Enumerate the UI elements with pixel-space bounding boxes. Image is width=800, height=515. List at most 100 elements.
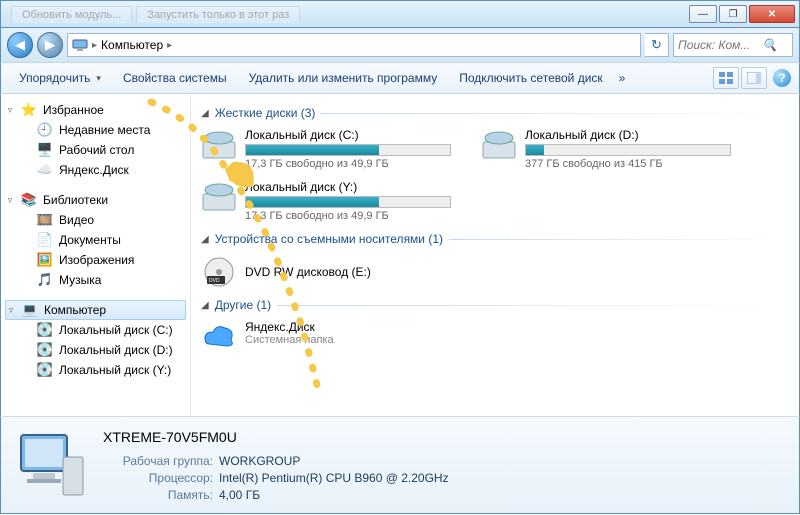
- drive-name: Локальный диск (D:): [525, 128, 731, 142]
- sidebar-item-drive-y[interactable]: 💽 Локальный диск (Y:): [1, 360, 190, 380]
- search-icon: 🔍: [762, 38, 777, 52]
- hdd-icon: [201, 128, 237, 164]
- background-tabs: Обновить модуль... Запустить только в эт…: [5, 6, 687, 23]
- hdd-icon: 💽: [37, 322, 53, 338]
- sidebar-item-drive-d[interactable]: 💽Локальный диск (D:): [1, 340, 190, 360]
- hdd-icon: [481, 128, 517, 164]
- uninstall-program-button[interactable]: Удалить или изменить программу: [239, 67, 448, 89]
- drive-item-c[interactable]: Локальный диск (C:) 17,3 ГБ свободно из …: [201, 128, 451, 170]
- bg-tab: Обновить модуль...: [11, 6, 132, 23]
- drive-item-y[interactable]: Локальный диск (Y:) 17,3 ГБ свободно из …: [201, 180, 451, 222]
- memory-value: 4,00 ГБ: [219, 488, 260, 502]
- refresh-button[interactable]: ↻: [645, 33, 669, 57]
- computer-icon: 💻: [22, 302, 38, 318]
- collapse-icon: ◢: [201, 234, 209, 245]
- workgroup-value: WORKGROUP: [219, 454, 300, 468]
- video-icon: 🎞️: [37, 212, 53, 228]
- collapse-icon: ◢: [201, 108, 209, 119]
- favorites-label: Избранное: [43, 103, 104, 117]
- toolbar-overflow[interactable]: »: [615, 67, 630, 89]
- sidebar-item-label: Музыка: [59, 273, 101, 287]
- sidebar-item-music[interactable]: 🎵 Музыка: [1, 270, 190, 290]
- breadcrumb-location: Компьютер: [101, 38, 163, 52]
- breadcrumb[interactable]: ▸ Компьютер ▸: [67, 33, 641, 57]
- chevron-right-icon: ▸: [167, 40, 172, 51]
- other-subtitle: Системная папка: [245, 334, 334, 346]
- sidebar-item-label: Изображения: [59, 253, 134, 267]
- category-removable[interactable]: ◢ Устройства со съемными носителями (1): [201, 232, 789, 246]
- computer-name: XTREME-70V5FM0U: [103, 429, 449, 445]
- dvd-icon: DVD: [201, 254, 237, 290]
- drive-free-space: 17,3 ГБ свободно из 49,9 ГБ: [245, 158, 451, 170]
- memory-label: Память:: [103, 488, 213, 502]
- category-hdd[interactable]: ◢ Жесткие диски (3): [201, 106, 789, 120]
- view-options-button[interactable]: [713, 67, 739, 89]
- sidebar-item-label: Локальный диск (C:): [59, 323, 173, 337]
- hdd-icon: [201, 180, 237, 216]
- star-icon: ⭐: [21, 102, 37, 118]
- toolbar: Упорядочить Свойства системы Удалить или…: [0, 62, 800, 94]
- computer-large-icon: [13, 427, 89, 503]
- libraries-group[interactable]: ▿📚Библиотеки: [1, 190, 190, 210]
- cpu-label: Процессор:: [103, 471, 213, 485]
- desktop-icon: 🖥️: [37, 142, 53, 158]
- sidebar-item-label: Локальный диск (Y:): [59, 363, 171, 377]
- system-properties-button[interactable]: Свойства системы: [113, 67, 237, 89]
- back-button[interactable]: ◀: [7, 32, 33, 58]
- sidebar-item-yadisk[interactable]: ☁️ Яндекс.Диск: [1, 160, 190, 180]
- maximize-button[interactable]: [719, 5, 747, 23]
- computer-icon: [72, 37, 88, 53]
- capacity-bar: [245, 196, 451, 208]
- drive-free-space: 17,3 ГБ свободно из 49,9 ГБ: [245, 210, 451, 222]
- drive-free-space: 377 ГБ свободно из 415 ГБ: [525, 158, 731, 170]
- capacity-bar: [525, 144, 731, 156]
- address-bar-row: ◀ ▶ ▸ Компьютер ▸ ↻ 🔍: [0, 28, 800, 62]
- content-pane: ◢ Жесткие диски (3) Локальный диск (C:) 1…: [191, 94, 799, 416]
- drive-item-d[interactable]: Локальный диск (D:) 377 ГБ свободно из 4…: [481, 128, 731, 170]
- device-dvd[interactable]: DVD DVD RW дисковод (E:): [201, 254, 789, 290]
- minimize-button[interactable]: [689, 5, 717, 23]
- sidebar-item-drive-c[interactable]: 💽 Локальный диск (C:): [1, 320, 190, 340]
- cpu-value: Intel(R) Pentium(R) CPU B960 @ 2.20GHz: [219, 471, 449, 485]
- hdd-icon: 💽: [37, 342, 53, 358]
- close-button[interactable]: ✕: [749, 5, 795, 23]
- images-icon: 🖼️: [37, 252, 53, 268]
- collapse-icon: ◢: [201, 300, 209, 311]
- disk-icon: ☁️: [37, 162, 53, 178]
- capacity-bar: [245, 144, 451, 156]
- other-name: Яндекс.Диск: [245, 320, 334, 334]
- view-icon: [719, 72, 733, 84]
- sidebar-item-desktop[interactable]: 🖥️ Рабочий стол: [1, 140, 190, 160]
- search-box[interactable]: 🔍: [673, 33, 793, 57]
- forward-button[interactable]: ▶: [37, 32, 63, 58]
- help-button[interactable]: ?: [773, 69, 791, 87]
- sidebar-item-recent[interactable]: 🕘Недавние места: [1, 120, 190, 140]
- preview-pane-button[interactable]: [741, 67, 767, 89]
- map-network-drive-button[interactable]: Подключить сетевой диск: [449, 67, 612, 89]
- computer-group[interactable]: ▿💻Компьютер: [5, 300, 186, 320]
- hdd-icon: 💽: [37, 362, 53, 378]
- sidebar-item-label: Видео: [59, 213, 94, 227]
- favorites-group[interactable]: ▿⭐Избранное: [1, 100, 190, 120]
- sidebar-item-label: Рабочий стол: [59, 143, 134, 157]
- category-label: Устройства со съемными носителями (1): [215, 232, 443, 246]
- category-other[interactable]: ◢Другие (1): [201, 298, 789, 312]
- drive-name: Локальный диск (C:): [245, 128, 451, 142]
- sidebar-item-documents[interactable]: 📄Документы: [1, 230, 190, 250]
- device-label: DVD RW дисковод (E:): [245, 265, 371, 279]
- yadisk-icon: [201, 320, 237, 356]
- details-pane: XTREME-70V5FM0U Рабочая группа: WORKGROUP…: [0, 416, 800, 514]
- search-input[interactable]: [678, 38, 758, 52]
- svg-text:DVD: DVD: [209, 278, 220, 284]
- music-icon: 🎵: [37, 272, 53, 288]
- navigation-pane: ▿⭐Избранное 🕘Недавние места 🖥️Рабочий ст…: [1, 94, 191, 416]
- sidebar-item-images[interactable]: 🖼️ Изображения: [1, 250, 190, 270]
- organize-button[interactable]: Упорядочить: [9, 67, 111, 89]
- library-icon: 📚: [21, 192, 37, 208]
- workgroup-label: Рабочая группа:: [103, 454, 213, 468]
- sidebar-item-label: Яндекс.Диск: [59, 163, 129, 177]
- sidebar-item-video[interactable]: 🎞️ Видео: [1, 210, 190, 230]
- category-label: Жесткие диски (3): [215, 106, 316, 120]
- other-item-yadisk[interactable]: Яндекс.Диск Системная папка: [201, 320, 789, 356]
- sidebar-item-label: Документы: [59, 233, 121, 247]
